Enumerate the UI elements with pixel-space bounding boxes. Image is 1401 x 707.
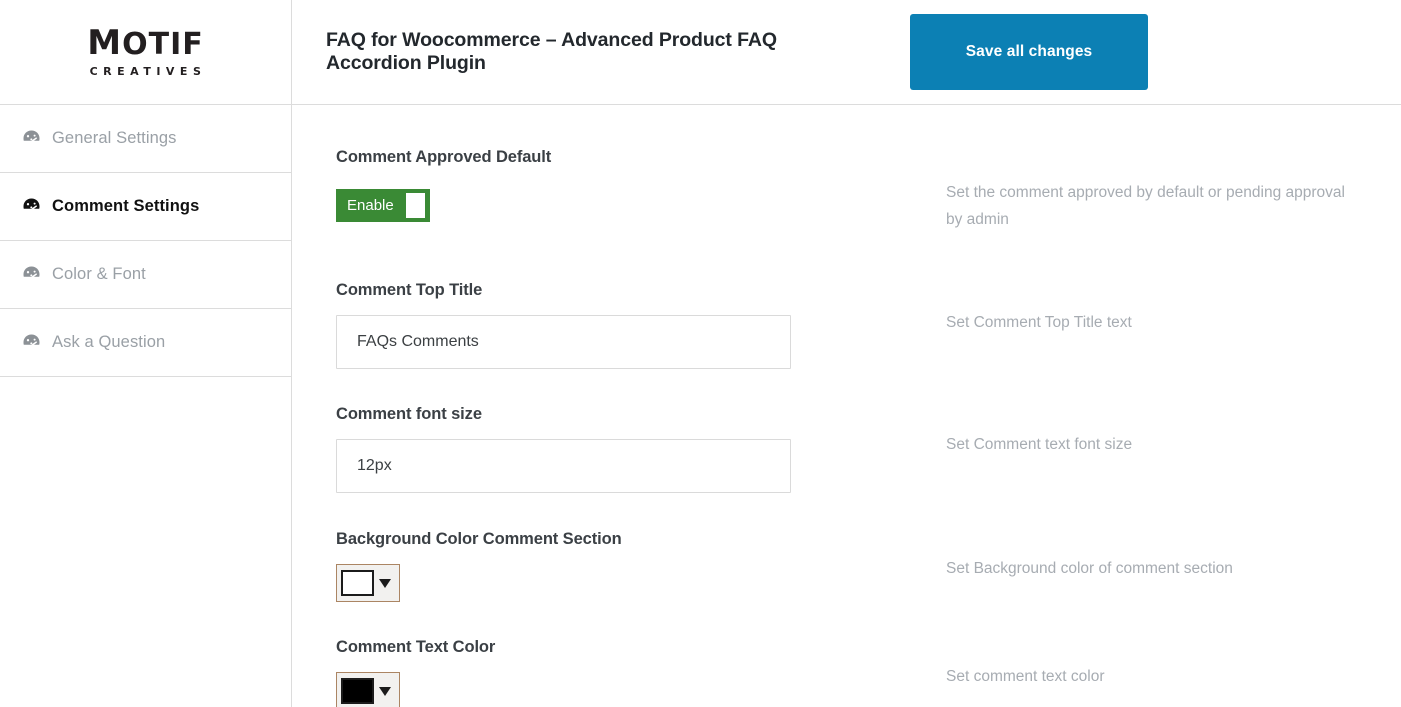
sidebar-nav: General Settings Comment Settings Color … bbox=[0, 105, 291, 377]
field-label: Comment Text Color bbox=[336, 638, 496, 657]
field-comment-top-title: Comment Top Title Set Comment Top Title … bbox=[292, 281, 1401, 370]
save-all-changes-button[interactable]: Save all changes bbox=[910, 14, 1148, 90]
field-description: Set comment text color bbox=[946, 668, 1105, 686]
palette-icon bbox=[22, 333, 41, 352]
palette-icon bbox=[22, 129, 41, 148]
field-description-column: Set comment text color bbox=[892, 638, 1401, 690]
page-title: FAQ for Woocommerce – Advanced Product F… bbox=[326, 29, 777, 74]
sidebar-item-label: Ask a Question bbox=[52, 333, 166, 351]
field-comment-approved-default: Comment Approved Default Enable Set the … bbox=[292, 148, 1401, 233]
page-header: FAQ for Woocommerce – Advanced Product F… bbox=[292, 0, 1401, 105]
brand-name-lead: M bbox=[87, 23, 123, 63]
field-label: Comment Top Title bbox=[336, 281, 483, 300]
chevron-down-icon bbox=[379, 578, 391, 588]
background-color-picker[interactable] bbox=[336, 564, 400, 603]
sidebar-item-ask-a-question[interactable]: Ask a Question bbox=[0, 309, 291, 377]
palette-icon bbox=[22, 197, 41, 216]
comment-approved-toggle[interactable]: Enable bbox=[336, 189, 430, 222]
brand-name: MOTIF bbox=[87, 26, 203, 60]
field-description-column: Set the comment approved by default or p… bbox=[892, 148, 1401, 233]
settings-content: Comment Approved Default Enable Set the … bbox=[292, 105, 1401, 707]
comment-font-size-input[interactable] bbox=[336, 439, 791, 494]
color-swatch bbox=[341, 570, 374, 597]
color-swatch bbox=[341, 678, 374, 705]
sidebar: MOTIF CREATIVES General Settings Comment… bbox=[0, 0, 292, 707]
field-background-color-comment-section: Background Color Comment Section Set Bac… bbox=[292, 530, 1401, 603]
toggle-label: Enable bbox=[347, 197, 394, 214]
brand-name-rest: OTIF bbox=[122, 27, 204, 62]
field-label: Background Color Comment Section bbox=[336, 530, 622, 549]
field-control-column: Background Color Comment Section bbox=[336, 530, 892, 603]
app-root: MOTIF CREATIVES General Settings Comment… bbox=[0, 0, 1401, 707]
brand-logo: MOTIF CREATIVES bbox=[0, 0, 291, 105]
field-description-column: Set Comment text font size bbox=[892, 405, 1401, 458]
comment-text-color-picker[interactable] bbox=[336, 672, 400, 707]
sidebar-item-label: General Settings bbox=[52, 129, 177, 147]
field-control-column: Comment font size bbox=[336, 405, 892, 494]
chevron-down-icon bbox=[379, 686, 391, 696]
sidebar-item-comment-settings[interactable]: Comment Settings bbox=[0, 173, 291, 241]
main-area: FAQ for Woocommerce – Advanced Product F… bbox=[292, 0, 1401, 707]
toggle-knob bbox=[406, 193, 425, 218]
comment-top-title-input[interactable] bbox=[336, 315, 791, 370]
field-control-column: Comment Approved Default Enable bbox=[336, 148, 892, 222]
field-description-column: Set Comment Top Title text bbox=[892, 281, 1401, 336]
field-label: Comment Approved Default bbox=[336, 148, 552, 166]
field-description-column: Set Background color of comment section bbox=[892, 530, 1401, 582]
sidebar-item-general-settings[interactable]: General Settings bbox=[0, 105, 291, 173]
field-comment-font-size: Comment font size Set Comment text font … bbox=[292, 405, 1401, 494]
brand-tagline: CREATIVES bbox=[89, 65, 207, 78]
field-description: Set Comment Top Title text bbox=[946, 314, 1132, 332]
field-description: Set the comment approved by default or p… bbox=[946, 184, 1345, 229]
palette-icon bbox=[22, 265, 41, 284]
field-description: Set Background color of comment section bbox=[946, 560, 1233, 578]
field-control-column: Comment Top Title bbox=[336, 281, 892, 370]
field-control-column: Comment Text Color bbox=[336, 638, 892, 707]
sidebar-item-label: Color & Font bbox=[52, 265, 146, 283]
field-description: Set Comment text font size bbox=[946, 436, 1133, 454]
sidebar-item-color-and-font[interactable]: Color & Font bbox=[0, 241, 291, 309]
field-comment-text-color: Comment Text Color Set comment text colo… bbox=[292, 638, 1401, 707]
sidebar-item-label: Comment Settings bbox=[52, 197, 200, 215]
field-label: Comment font size bbox=[336, 405, 482, 424]
